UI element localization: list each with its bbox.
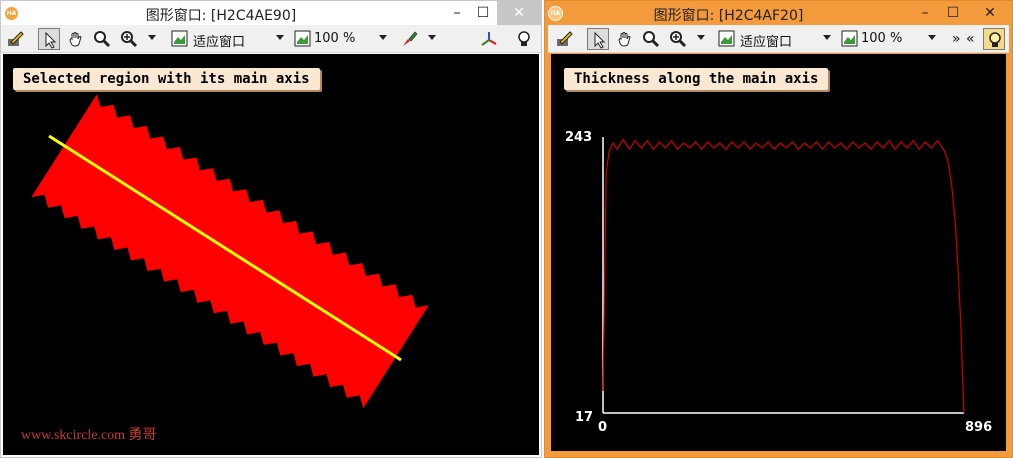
fit-window-label[interactable]: 适应窗口 [193, 31, 245, 50]
image-canvas[interactable]: Selected region with its main axis www.s… [3, 54, 539, 455]
fit-dropdown-chevron-down-icon[interactable] [276, 35, 284, 40]
paint-dropdown-chevron-down-icon[interactable] [428, 35, 436, 40]
main-axis-line [48, 134, 402, 362]
zoom-percent-icon[interactable] [839, 28, 861, 50]
magnifier-icon[interactable] [640, 28, 662, 50]
zoom-percent-label[interactable]: 100 % [861, 31, 902, 46]
title-bar[interactable]: HA 图形窗口: [H2C4AE90] – ☐ ✕ [1, 1, 541, 25]
x-axis-max-label: 896 [965, 420, 993, 435]
window-title: 图形窗口: [H2C4AE90] [145, 8, 297, 24]
minimize-button[interactable]: – [911, 1, 939, 25]
zoom-dropdown-chevron-down-icon[interactable] [148, 35, 156, 40]
fit-window-label[interactable]: 适应窗口 [740, 31, 792, 50]
y-axis-min-label: 17 [575, 410, 594, 425]
graphics-window-left: HA 图形窗口: [H2C4AE90] – ☐ ✕ 适应窗口 100 % Sel… [0, 0, 542, 458]
watermark-text: www.skcircle.com 勇哥 [21, 428, 157, 443]
fit-window-icon[interactable] [169, 28, 191, 50]
graphics-window-right: HA 图形窗口: [H2C4AF20] – ☐ ✕ 适应窗口 100 % » «… [544, 0, 1013, 458]
y-axis-max-label: 243 [565, 130, 593, 145]
fit-dropdown-chevron-down-icon[interactable] [823, 35, 831, 40]
zoom-percent-label[interactable]: 100 % [314, 31, 355, 46]
toolbar-more-right-icon[interactable]: » [952, 31, 961, 47]
lightbulb-icon[interactable] [513, 28, 535, 50]
fit-window-icon[interactable] [716, 28, 738, 50]
minimize-button[interactable]: – [443, 1, 471, 25]
zoom-percent-icon[interactable] [292, 28, 314, 50]
zoom-percent-chevron-down-icon[interactable] [379, 35, 387, 40]
zoom-dropdown-chevron-down-icon[interactable] [697, 35, 705, 40]
hand-pan-icon[interactable] [65, 28, 87, 50]
window-title: 图形窗口: [H2C4AF20] [653, 8, 804, 24]
pointer-icon[interactable] [38, 28, 60, 50]
close-button[interactable]: ✕ [497, 1, 541, 25]
thickness-chart [602, 137, 965, 414]
title-bar[interactable]: HA 图形窗口: [H2C4AF20] – ☐ ✕ [545, 1, 1012, 25]
caption-label: Selected region with its main axis [13, 68, 320, 90]
magnifier-icon[interactable] [91, 28, 113, 50]
maximize-button[interactable]: ☐ [469, 1, 497, 25]
3d-axes-icon[interactable] [478, 28, 500, 50]
paint-color-icon[interactable] [399, 28, 421, 50]
x-axis-min-label: 0 [598, 420, 608, 435]
plot-canvas[interactable]: Thickness along the main axis 243 17 0 8… [551, 54, 1006, 451]
hand-pan-icon[interactable] [614, 28, 636, 50]
lightbulb-icon[interactable] [983, 28, 1005, 50]
region-display [31, 94, 429, 409]
toolbar: 适应窗口 100 % [1, 25, 541, 53]
close-button[interactable]: ✕ [968, 1, 1012, 25]
toolbar-more-left-icon[interactable]: « [966, 31, 975, 47]
zoom-in-icon[interactable] [667, 28, 689, 50]
zoom-in-icon[interactable] [118, 28, 140, 50]
series-line-0 [602, 138, 965, 414]
pointer-icon[interactable] [587, 28, 609, 50]
maximize-button[interactable]: ☐ [939, 1, 967, 25]
toolbar: 适应窗口 100 % » « [548, 25, 1009, 53]
edit-pencil-icon[interactable] [5, 28, 27, 50]
edit-pencil-icon[interactable] [554, 28, 576, 50]
zoom-percent-chevron-down-icon[interactable] [928, 35, 936, 40]
